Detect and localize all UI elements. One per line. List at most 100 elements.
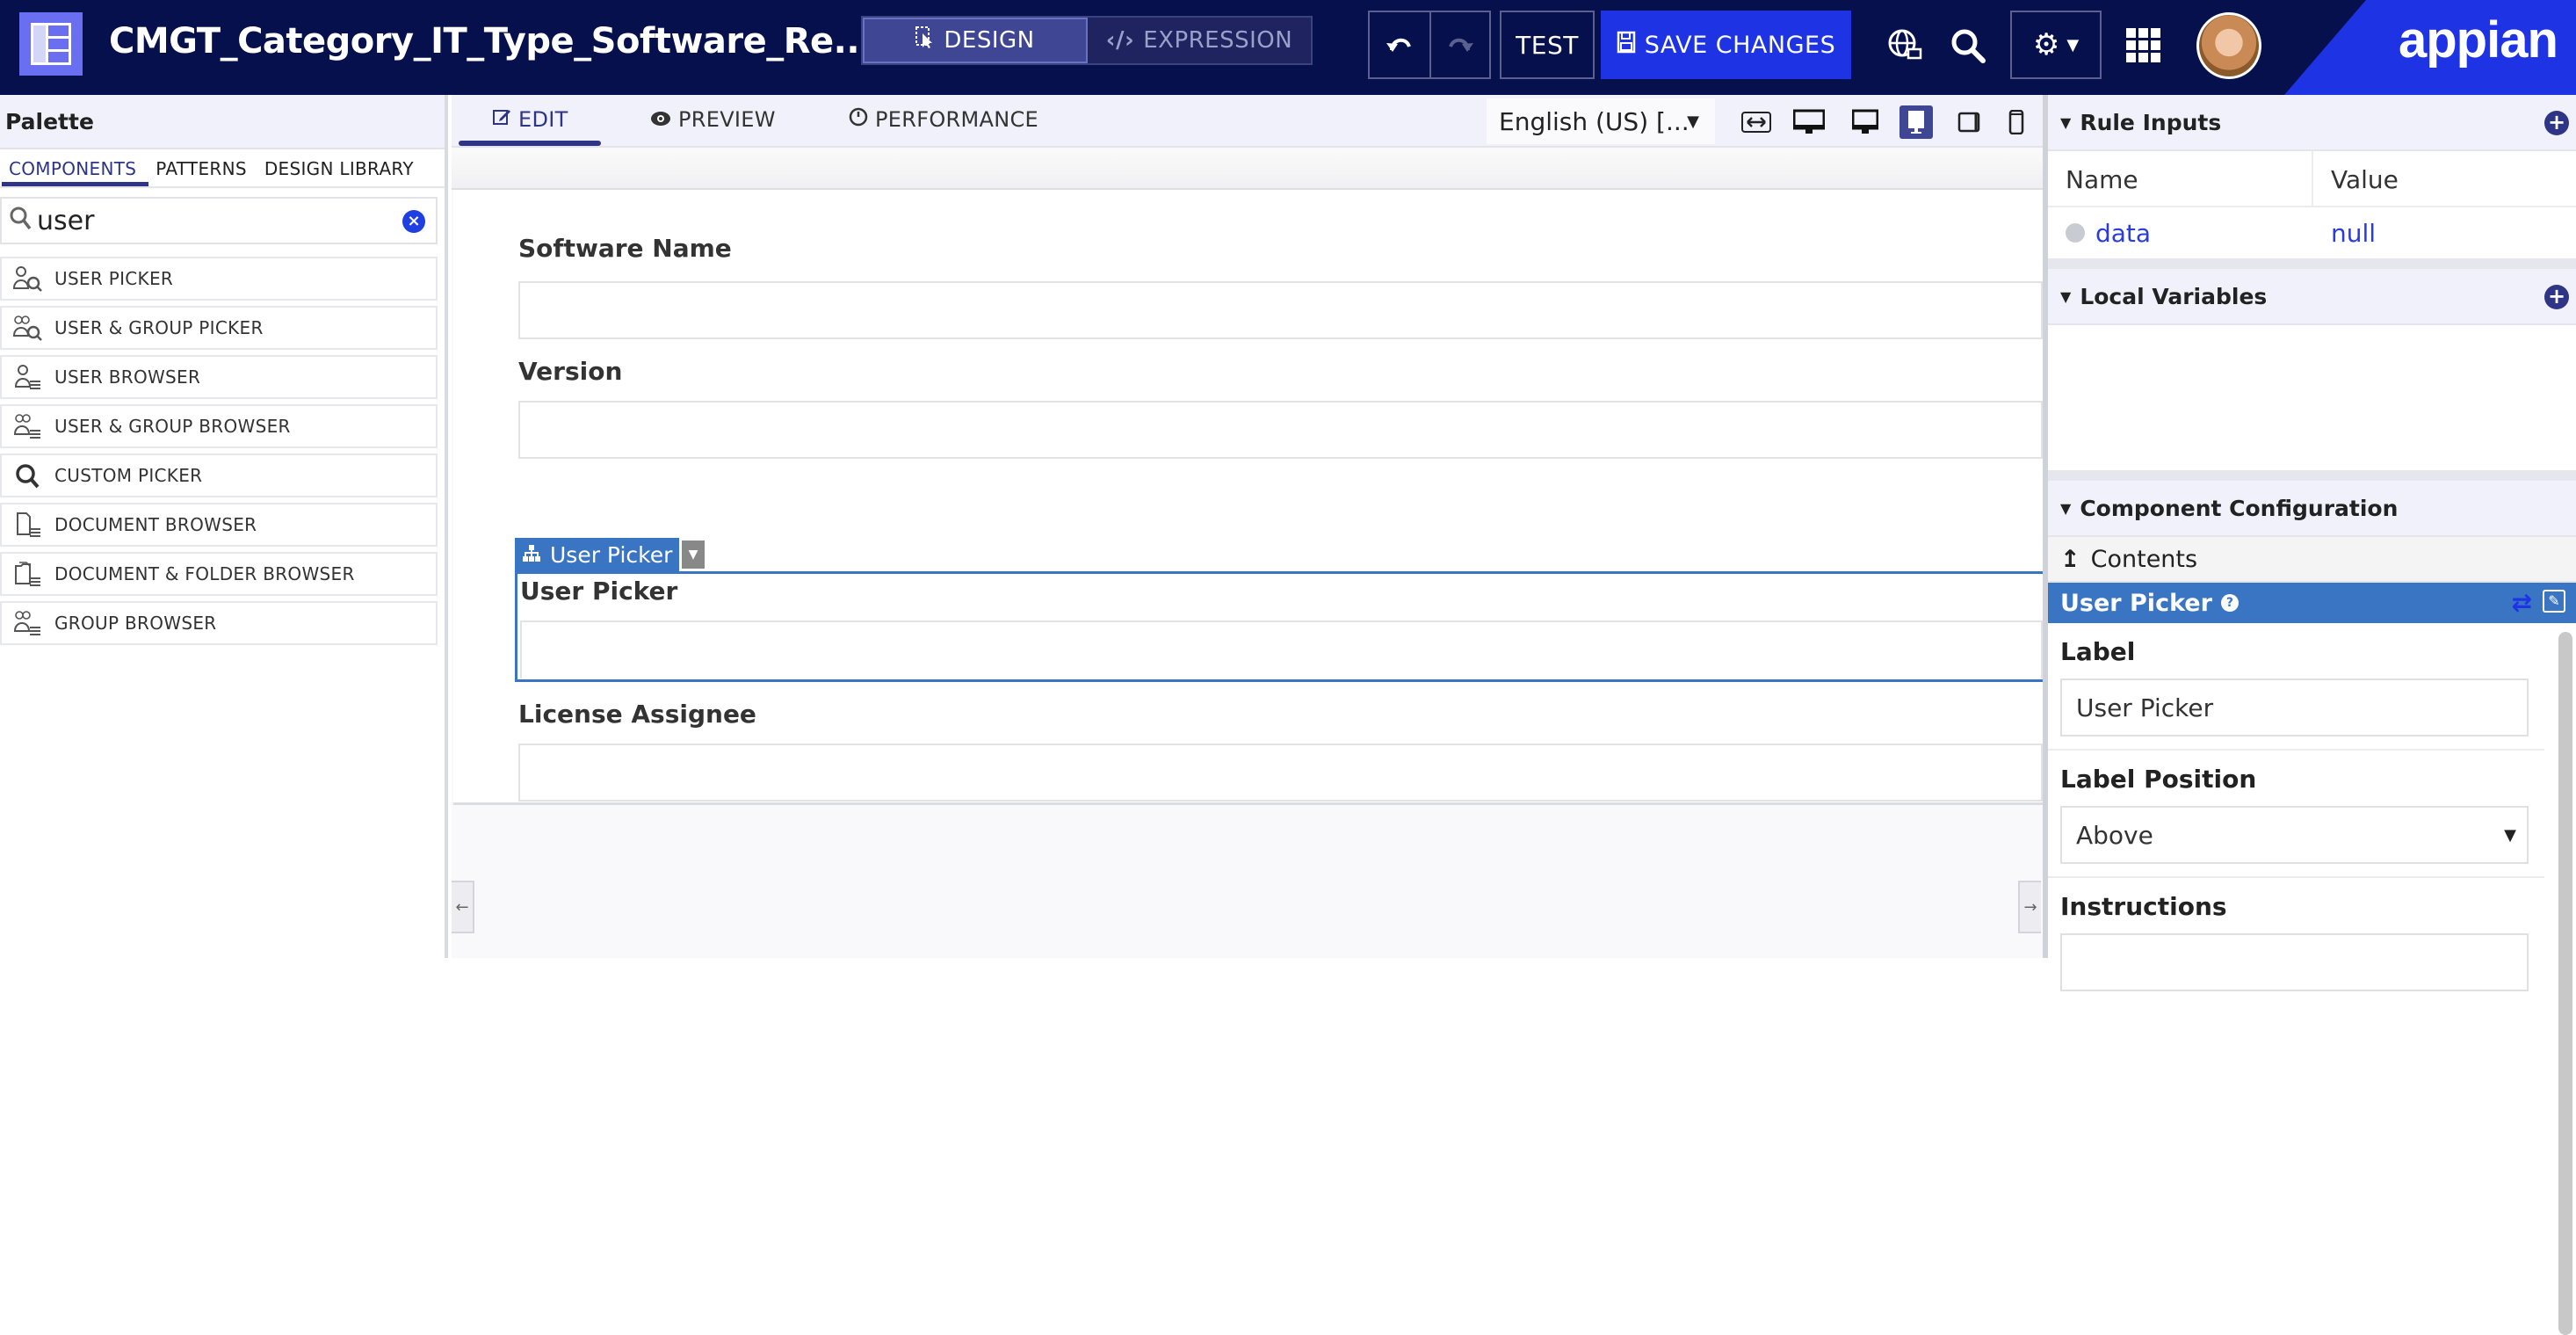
design-mode-button[interactable]: DESIGN [863, 18, 1088, 63]
palette-item-label: GROUP BROWSER [54, 613, 217, 634]
label-position-dropdown[interactable]: Above ▼ [2060, 806, 2529, 864]
add-local-variable-icon[interactable]: + [2544, 285, 2569, 309]
local-variables-header[interactable]: ▼ Local Variables + [2048, 269, 2576, 325]
local-variables-body [2048, 325, 2576, 470]
label-input[interactable]: User Picker [2060, 678, 2529, 736]
config-field-label: Label User Picker [2048, 623, 2544, 751]
design-mode-label: DESIGN [944, 27, 1035, 54]
selected-component-tag[interactable]: User Picker [515, 538, 680, 571]
palette-item-group-browser[interactable]: GROUP BROWSER [0, 601, 438, 645]
rule-input-name[interactable]: data [2095, 219, 2151, 248]
rule-input-value[interactable]: null [2331, 219, 2376, 248]
tablet-portrait-icon[interactable] [1952, 105, 1986, 139]
instructions-input[interactable] [2060, 933, 2529, 991]
palette-item-document-browser[interactable]: DOCUMENT BROWSER [0, 503, 438, 547]
rule-inputs-title: Rule Inputs [2080, 109, 2222, 135]
swap-component-icon[interactable]: ⇄ [2512, 588, 2532, 617]
column-header-value: Value [2313, 151, 2576, 207]
settings-menu-button[interactable]: ⚙ ▼ [2010, 11, 2102, 79]
collapse-right-panel-button[interactable]: → [2018, 881, 2041, 933]
palette-item-label: USER PICKER [54, 268, 174, 289]
expression-mode-label: EXPRESSION [1143, 27, 1293, 54]
palette-item-user-group-picker[interactable]: USER & GROUP PICKER [0, 306, 438, 350]
component-list: USER PICKER USER & GROUP PICKER USER BRO… [0, 257, 445, 645]
interface-icon [19, 12, 83, 76]
contents-label: Contents [2090, 545, 2198, 573]
tab-design-library[interactable]: DESIGN LIBRARY [257, 149, 424, 186]
config-label-position-title: Label Position [2060, 765, 2257, 794]
user-avatar[interactable] [2196, 12, 2261, 79]
caret-down-icon: ▼ [2504, 825, 2516, 845]
collapse-triangle-icon: ▼ [2060, 499, 2072, 517]
tab-performance-label: PERFORMANCE [875, 107, 1038, 132]
field-label-user-picker: User Picker [520, 577, 678, 606]
help-icon[interactable]: ? [2220, 594, 2239, 612]
properties-panel: ▼ Rule Inputs + Name Value data null ▼ L… [2043, 95, 2576, 1335]
palette-item-label: CUSTOM PICKER [54, 465, 203, 486]
mode-toggle: DESIGN ‹/› EXPRESSION [861, 16, 1313, 65]
locale-dropdown[interactable]: English (US) [... ▼ [1487, 98, 1715, 144]
user-list-icon [11, 364, 46, 390]
phone-icon[interactable] [2000, 105, 2033, 139]
group-list-icon [11, 413, 46, 439]
component-configuration-header[interactable]: ▼ Component Configuration [2048, 481, 2576, 537]
save-changes-button[interactable]: SAVE CHANGES [1601, 11, 1851, 79]
app-launcher-grid-icon[interactable] [2119, 21, 2168, 70]
edit-icon[interactable]: ✎ [2543, 590, 2565, 613]
palette-item-user-picker[interactable]: USER PICKER [0, 257, 438, 301]
tab-performance[interactable]: PERFORMANCE [849, 107, 1038, 132]
rule-input-name-cell[interactable]: data [2048, 207, 2313, 258]
component-config-fields: Label User Picker Label Position Above ▼… [2048, 623, 2576, 1335]
palette-item-label: USER & GROUP BROWSER [54, 416, 291, 437]
caret-down-icon: ▼ [1687, 112, 1699, 131]
tab-components[interactable]: COMPONENTS [2, 149, 149, 186]
redo-button[interactable] [1429, 11, 1491, 79]
gear-icon: ⚙ [2032, 27, 2060, 62]
stopwatch-icon [849, 107, 868, 132]
palette-item-label: DOCUMENT & FOLDER BROWSER [54, 563, 355, 584]
document-list-icon [11, 512, 46, 538]
fit-width-icon[interactable] [1740, 105, 1773, 139]
software-name-input[interactable] [518, 281, 2043, 339]
config-scrollbar[interactable] [2558, 632, 2572, 1335]
folder-list-icon [11, 561, 46, 587]
license-assignee-input[interactable] [518, 744, 2043, 802]
top-header: CMGT_Category_IT_Type_Software_Re... DES… [0, 0, 2576, 95]
clear-search-icon[interactable]: × [402, 210, 425, 233]
contents-breadcrumb[interactable]: ↥ Contents [2048, 537, 2576, 583]
component-config-title-bar: User Picker ? ⇄ ✎ [2048, 583, 2576, 623]
tab-patterns[interactable]: PATTERNS [148, 149, 257, 186]
palette-item-user-browser[interactable]: USER BROWSER [0, 355, 438, 399]
config-field-instructions: Instructions [2048, 878, 2544, 1004]
desktop-wide-icon[interactable] [1792, 105, 1826, 139]
language-globe-icon[interactable] [1880, 21, 1929, 70]
palette-item-document-folder-browser[interactable]: DOCUMENT & FOLDER BROWSER [0, 552, 438, 596]
undo-button[interactable] [1368, 11, 1431, 79]
user-picker-input[interactable] [520, 620, 2043, 678]
rule-input-value-cell[interactable]: null [2313, 207, 2576, 258]
canvas-subbar [452, 149, 2043, 190]
palette-item-user-group-browser[interactable]: USER & GROUP BROWSER [0, 404, 438, 448]
config-field-label-position: Label Position Above ▼ [2048, 751, 2544, 878]
section-divider [2048, 470, 2576, 481]
palette-item-custom-picker[interactable]: CUSTOM PICKER [0, 453, 438, 497]
add-rule-input-icon[interactable]: + [2544, 111, 2569, 135]
tab-edit-label: EDIT [518, 107, 568, 132]
collapse-left-panel-button[interactable]: ← [452, 881, 474, 933]
component-menu-caret-icon[interactable]: ▼ [682, 541, 705, 569]
rule-inputs-header[interactable]: ▼ Rule Inputs + [2048, 95, 2576, 151]
tablet-landscape-icon[interactable] [1899, 105, 1933, 139]
form-preview: Software Name Version User Picker ▼ User… [453, 190, 2043, 805]
expression-mode-button[interactable]: ‹/› EXPRESSION [1088, 18, 1311, 63]
test-button[interactable]: TEST [1500, 11, 1595, 79]
section-divider [2048, 258, 2576, 269]
palette-search-input[interactable] [37, 205, 388, 236]
desktop-icon[interactable] [1849, 105, 1882, 139]
version-input[interactable] [518, 401, 2043, 459]
up-arrow-icon: ↥ [2060, 545, 2080, 573]
palette-tabs: COMPONENTS PATTERNS DESIGN LIBRARY [0, 149, 445, 188]
tab-edit[interactable]: EDIT [492, 107, 568, 132]
search-icon[interactable] [1943, 21, 1993, 70]
tab-preview[interactable]: PREVIEW [650, 107, 776, 132]
caret-down-icon: ▼ [2066, 35, 2080, 54]
